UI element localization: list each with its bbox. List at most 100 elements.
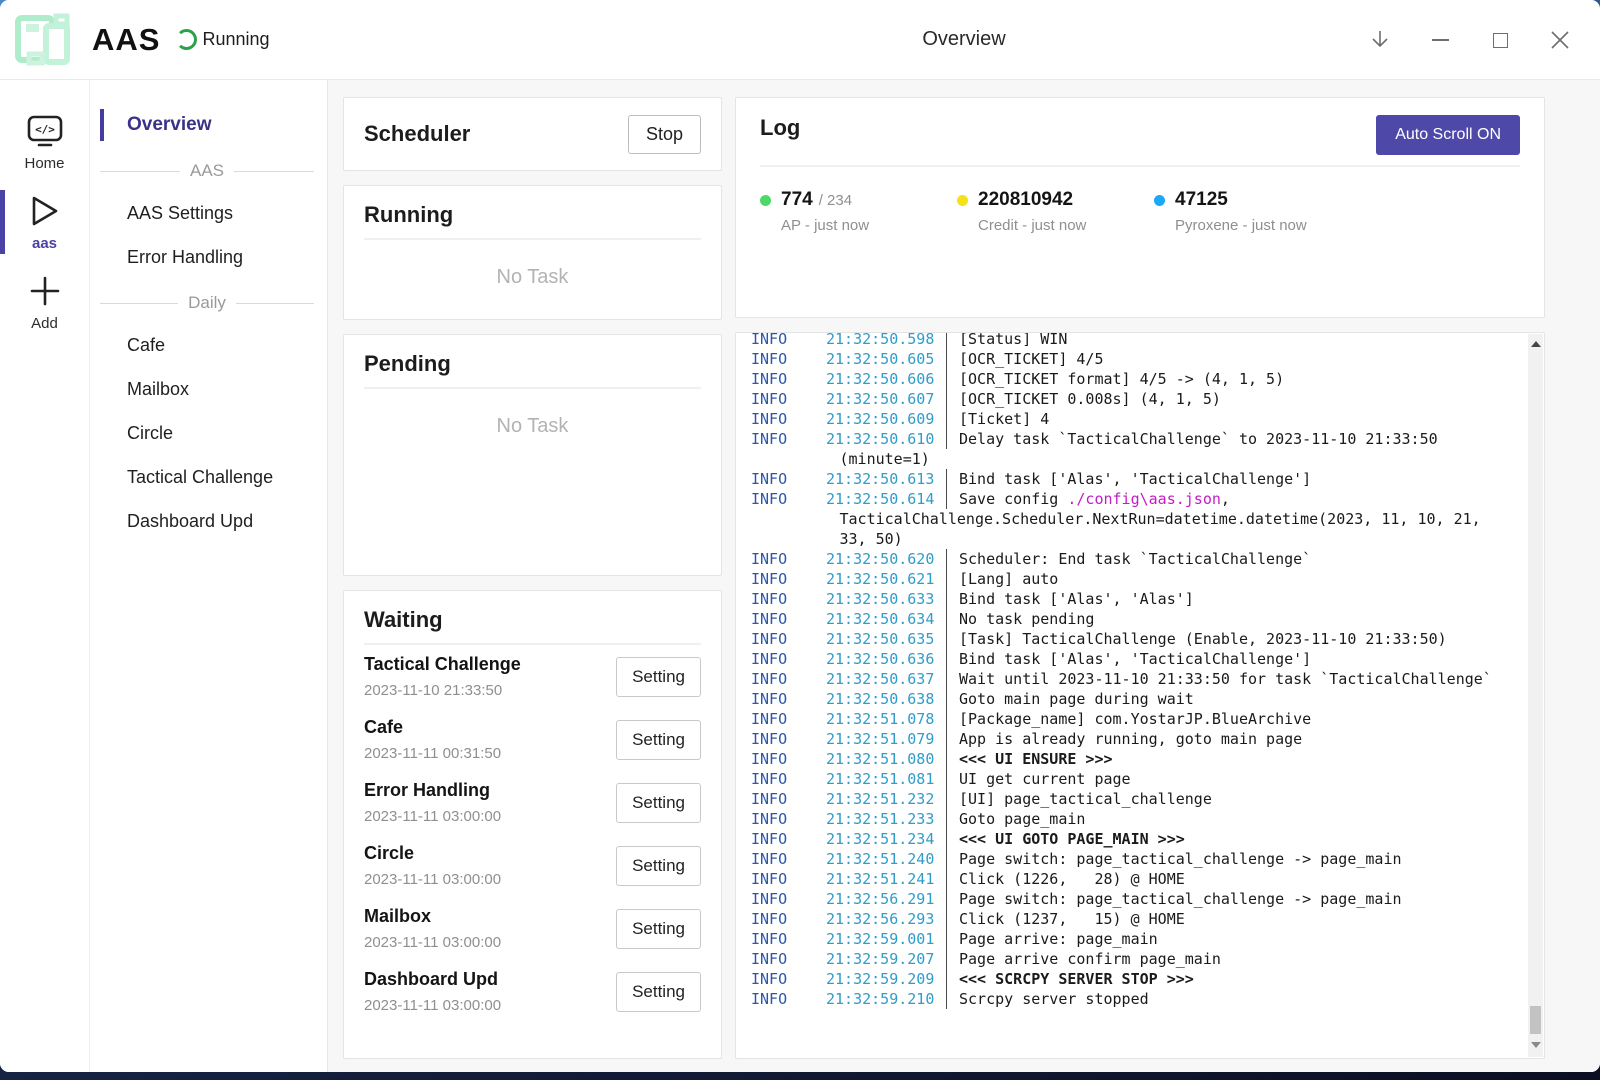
- log-message-segment: <<< SCRCPY SERVER STOP >>>: [959, 970, 1194, 988]
- log-message: [Task] TacticalChallenge (Enable, 2023-1…: [946, 629, 1447, 649]
- log-message: Page arrive confirm page_main: [946, 949, 1221, 969]
- log-scrollbar[interactable]: [1528, 334, 1543, 1057]
- sidebar-item-overview[interactable]: Overview: [90, 104, 327, 146]
- log-level: INFO: [751, 409, 826, 429]
- log-level: INFO: [751, 929, 826, 949]
- pending-title: Pending: [364, 351, 701, 377]
- log-message: (minute=1): [826, 449, 930, 469]
- log-level: INFO: [751, 949, 826, 969]
- log-level: INFO: [751, 349, 826, 369]
- log-timestamp: 21:32:50.635: [826, 629, 946, 649]
- running-spinner-icon: [176, 29, 197, 50]
- log-message-segment: [Task] TacticalChallenge (Enable, 2023-1…: [959, 630, 1447, 648]
- nav-group-divider: Daily: [90, 281, 327, 325]
- scrollbar-down-arrow-icon[interactable]: [1528, 1039, 1543, 1051]
- window-controls: [1366, 0, 1574, 80]
- waiting-task-name: Error Handling: [364, 780, 501, 801]
- waiting-task-info: Tactical Challenge2023-11-10 21:33:50: [364, 654, 521, 699]
- waiting-task-info: Error Handling 2023-11-11 03:00:00: [364, 780, 501, 825]
- log-timestamp: 21:32:50.638: [826, 689, 946, 709]
- download-update-icon[interactable]: [1366, 26, 1394, 54]
- task-setting-button[interactable]: Setting: [616, 657, 701, 697]
- rail-item-aas[interactable]: aas: [0, 182, 89, 262]
- log-line: INFO21:32:51.240Page switch: page_tactic…: [751, 849, 1514, 869]
- log-message-segment: Bind task ['Alas', 'TacticalChallenge']: [959, 650, 1311, 668]
- plus-icon: [28, 274, 62, 308]
- close-icon[interactable]: [1546, 26, 1574, 54]
- sidebar-item-aas-settings[interactable]: AAS Settings: [90, 193, 327, 234]
- log-line: INFO21:32:51.233Goto page_main: [751, 809, 1514, 829]
- log-message-segment: ./config\aas.json: [1067, 490, 1221, 508]
- log-message-segment: Click (1237, 15) @ HOME: [959, 910, 1185, 928]
- waiting-task-row: Tactical Challenge2023-11-10 21:33:50 Set…: [364, 645, 701, 708]
- scrollbar-thumb[interactable]: [1530, 1006, 1541, 1034]
- log-message-segment: UI get current page: [959, 770, 1131, 788]
- log-message-segment: [OCR_TICKET format] 4/5 -> (4, 1, 5): [959, 370, 1284, 388]
- log-level: INFO: [751, 609, 826, 629]
- log-message: [UI] page_tactical_challenge: [946, 789, 1212, 809]
- log-line: INFO21:32:51.241Click (1226, 28) @ HOME: [751, 869, 1514, 889]
- sidebar-item-cafe[interactable]: Cafe: [90, 325, 327, 366]
- log-line: INFO21:32:50.633Bind task ['Alas', 'Alas…: [751, 589, 1514, 609]
- log-message: Bind task ['Alas', 'TacticalChallenge']: [946, 469, 1311, 489]
- nav-group-divider: AAS: [90, 149, 327, 193]
- resource-stat: 220810942Credit - just now: [957, 189, 1154, 234]
- sidebar-item-dashboard-upd[interactable]: Dashboard Upd: [90, 501, 327, 542]
- log-message-segment: No task pending: [959, 610, 1094, 628]
- sidebar-item-circle[interactable]: Circle: [90, 413, 327, 454]
- log-message: TacticalChallenge.Scheduler.NextRun=date…: [826, 509, 1481, 529]
- log-message: 33, 50): [826, 529, 903, 549]
- task-setting-button[interactable]: Setting: [616, 720, 701, 760]
- waiting-task-time: 2023-11-11 03:00:00: [364, 808, 501, 825]
- sidebar-item-error-handling[interactable]: Error Handling: [90, 237, 327, 278]
- task-setting-button[interactable]: Setting: [616, 846, 701, 886]
- log-message-segment: App is already running, goto main page: [959, 730, 1302, 748]
- log-line: INFO21:32:50.607[OCR_TICKET 0.008s] (4, …: [751, 389, 1514, 409]
- divider-line: [100, 303, 178, 304]
- log-line: INFO21:32:50.621[Lang] auto: [751, 569, 1514, 589]
- app-window: AAS Running Overview </> Home: [0, 0, 1600, 1072]
- log-message: <<< UI GOTO PAGE_MAIN >>>: [946, 829, 1185, 849]
- main-content: Scheduler Stop Running No Task Pending N…: [328, 80, 1600, 1072]
- scrollbar-up-arrow-icon[interactable]: [1528, 338, 1543, 350]
- log-message: [Ticket] 4: [946, 409, 1049, 429]
- rail-item-add[interactable]: Add: [0, 262, 89, 342]
- stat-dot-icon: [957, 195, 968, 206]
- task-setting-button[interactable]: Setting: [616, 783, 701, 823]
- waiting-task-time: 2023-11-11 03:00:00: [364, 934, 501, 951]
- task-setting-button[interactable]: Setting: [616, 909, 701, 949]
- log-timestamp: 21:32:50.620: [826, 549, 946, 569]
- log-message-segment: [Ticket] 4: [959, 410, 1049, 428]
- waiting-task-name: Dashboard Upd: [364, 969, 501, 990]
- sidebar-item-mailbox[interactable]: Mailbox: [90, 369, 327, 410]
- svg-text:</>: </>: [35, 123, 55, 136]
- log-timestamp: 21:32:51.079: [826, 729, 946, 749]
- stop-button[interactable]: Stop: [628, 115, 701, 154]
- log-timestamp: 21:32:50.609: [826, 409, 946, 429]
- task-setting-button[interactable]: Setting: [616, 972, 701, 1012]
- waiting-task-row: Circle2023-11-11 03:00:00Setting: [364, 834, 701, 897]
- waiting-task-name: Circle: [364, 843, 501, 864]
- maximize-icon[interactable]: [1486, 26, 1514, 54]
- log-line: INFO21:32:50.637Wait until 2023-11-10 21…: [751, 669, 1514, 689]
- log-message: Page arrive: page_main: [946, 929, 1158, 949]
- divider-line: [100, 171, 180, 172]
- log-timestamp: 21:32:50.637: [826, 669, 946, 689]
- log-output-card: INFO21:32:50.598[Status] WININFO21:32:50…: [735, 332, 1545, 1059]
- log-level: INFO: [751, 469, 826, 489]
- auto-scroll-toggle[interactable]: Auto Scroll ON: [1376, 115, 1520, 155]
- sidebar-item-tactical-challenge[interactable]: Tactical Challenge: [90, 457, 327, 498]
- log-message-segment: [UI] page_tactical_challenge: [959, 790, 1212, 808]
- minimize-icon[interactable]: [1426, 26, 1454, 54]
- log-line: INFO21:32:51.079App is already running, …: [751, 729, 1514, 749]
- log-timestamp: 21:32:50.633: [826, 589, 946, 609]
- log-timestamp: 21:32:59.210: [826, 989, 946, 1009]
- log-message-segment: Delay task `TacticalChallenge` to 2023-1…: [959, 430, 1438, 448]
- rail-item-home[interactable]: </> Home: [0, 102, 89, 182]
- log-message: Save config ./config\aas.json,: [946, 489, 1230, 509]
- log-message: Goto main page during wait: [946, 689, 1194, 709]
- log-message-segment: <<< UI GOTO PAGE_MAIN >>>: [959, 830, 1185, 848]
- title-bar: AAS Running Overview: [0, 0, 1600, 80]
- waiting-task-row: Error Handling 2023-11-11 03:00:00 Setting: [364, 771, 701, 834]
- scheduler-status-text: Running: [202, 29, 269, 50]
